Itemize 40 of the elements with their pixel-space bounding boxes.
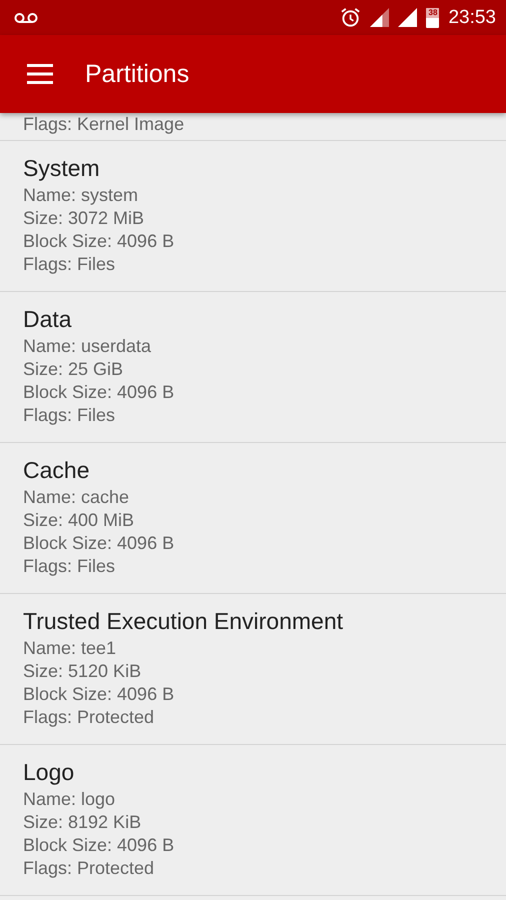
partition-detail: Name: tee1 — [23, 637, 118, 660]
partition-name: Trusted Execution Environment — [23, 607, 344, 636]
partition-item[interactable]: System Name: system Size: 3072 MiB Block Size: 4096 B Flags: Files — [0, 141, 506, 292]
partition-item[interactable]: Logo Name: logo Size: 8192 KiB Block Size: 4096 B Flags: Protected — [0, 745, 506, 896]
partition-detail: Name: system — [23, 184, 140, 207]
screen-title: Partitions — [85, 60, 190, 88]
partition-detail: Flags: Files — [23, 555, 116, 578]
partition-name: Cache — [23, 456, 90, 485]
battery-icon: 38 — [426, 8, 440, 28]
alarm-icon — [340, 7, 362, 28]
partition-detail: Flags: Kernel Image — [23, 113, 186, 135]
partition-detail: Block Size: 4096 B — [23, 532, 176, 555]
voicemail-icon — [14, 12, 38, 24]
partition-detail: Size: 25 GiB — [23, 358, 124, 381]
partition-detail: Flags: Protected — [23, 857, 156, 880]
menu-button[interactable] — [27, 64, 53, 84]
partition-detail: Name: logo — [23, 788, 116, 811]
partition-detail: Block Size: 4096 B — [23, 230, 176, 253]
clock-time: 23:53 — [448, 6, 496, 28]
menu-icon — [27, 64, 53, 84]
partition-detail: Name: cache — [23, 486, 130, 509]
signal-icon — [398, 8, 418, 27]
partition-name: System — [23, 154, 101, 183]
partition-item[interactable]: Data Name: userdata Size: 25 GiB Block Size: 4096 B Flags: Files — [0, 292, 506, 443]
partition-item[interactable]: Cache Name: cache Size: 400 MiB Block Size: 4096 B Flags: Files — [0, 443, 506, 594]
partition-detail: Flags: Files — [23, 404, 116, 427]
partition-detail: Size: 5120 KiB — [23, 660, 142, 683]
partition-detail: Size: 3072 MiB — [23, 207, 146, 230]
partition-item[interactable]: Trusted Execution Environment Name: tee1 Size: 5120 KiB Block Size: 4096 B Flags: Protected — [0, 594, 506, 745]
partition-name: Data — [23, 305, 73, 334]
partition-detail: Name: userdata — [23, 335, 152, 358]
partition-detail: Block Size: 4096 B — [23, 683, 176, 706]
partition-detail: Flags: Protected — [23, 706, 156, 729]
partition-name: Logo — [23, 758, 76, 787]
signal-icon — [370, 8, 390, 27]
partition-detail: Size: 400 MiB — [23, 509, 136, 532]
partition-detail: Block Size: 4096 B — [23, 834, 176, 857]
partition-detail: Block Size: 4096 B — [23, 381, 176, 404]
partition-detail: Size: 8192 KiB — [23, 811, 142, 834]
partition-detail: Flags: Files — [23, 253, 116, 276]
